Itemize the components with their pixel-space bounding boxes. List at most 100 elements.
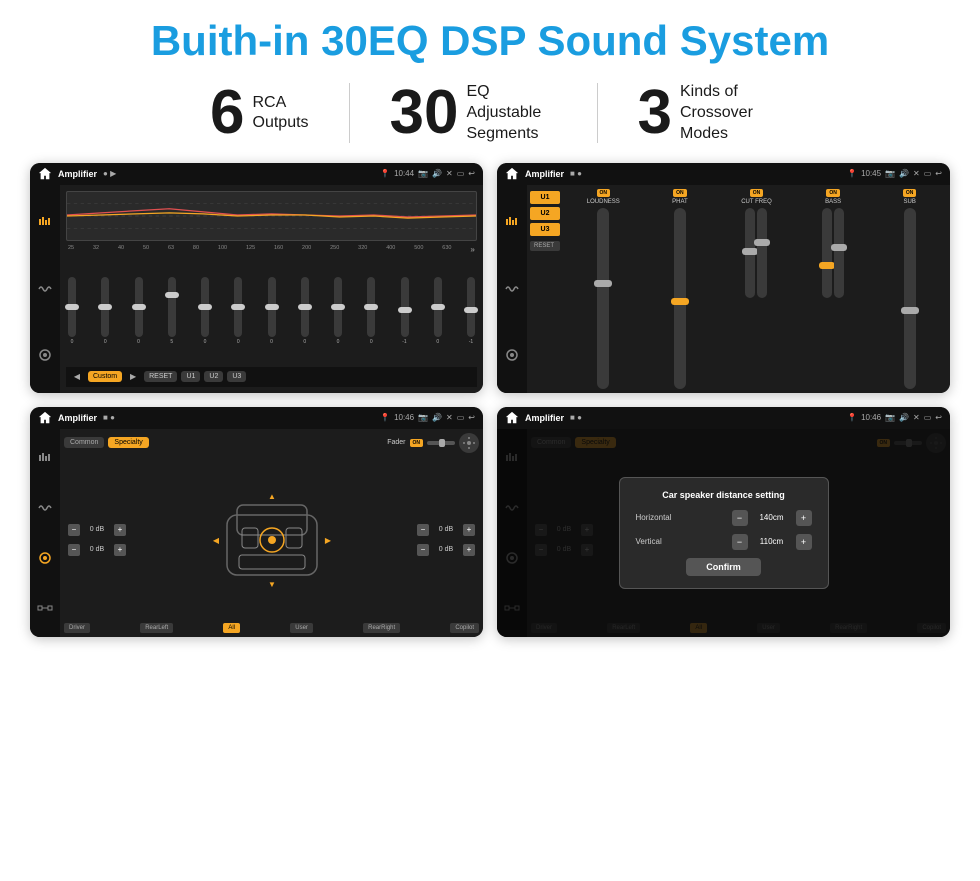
custom-btn[interactable]: Custom: [88, 371, 122, 382]
vertical-minus[interactable]: −: [732, 534, 748, 550]
home-icon-2[interactable]: [505, 167, 519, 181]
slider-10[interactable]: 0: [367, 277, 375, 345]
minimize-icon-2[interactable]: ▭: [924, 169, 932, 178]
back-icon-4[interactable]: ↩: [935, 413, 942, 422]
db-plus-lt[interactable]: +: [114, 524, 126, 536]
screen3-body: Common Specialty Fader ON −: [30, 429, 483, 637]
slider-2[interactable]: 0: [101, 277, 109, 345]
slider-4[interactable]: 5: [168, 277, 176, 345]
eq-icon-2[interactable]: [502, 212, 522, 232]
fader-label: Fader: [387, 439, 405, 446]
close-icon-2[interactable]: ✕: [913, 169, 920, 178]
back-icon-2[interactable]: ↩: [935, 169, 942, 178]
driver-btn[interactable]: Driver: [64, 623, 90, 633]
u2-btn[interactable]: U2: [204, 371, 223, 382]
fader-on: ON: [410, 439, 424, 447]
minimize-icon-3[interactable]: ▭: [457, 413, 465, 422]
preset-u2[interactable]: U2: [530, 207, 560, 220]
slider-6[interactable]: 0: [234, 277, 242, 345]
next-btn[interactable]: ▶: [126, 370, 140, 384]
expand-icon[interactable]: »: [470, 245, 474, 254]
screen1-body: 25 32 40 50 63 80 100 125 160 200 250 32…: [30, 185, 483, 393]
eq-icon-3[interactable]: [35, 448, 55, 468]
loudness-slider[interactable]: [597, 208, 609, 389]
wave-sidebar-icon[interactable]: [35, 279, 55, 299]
tab-specialty[interactable]: Specialty: [108, 437, 148, 448]
surround-icon-3[interactable]: [35, 598, 55, 618]
db-plus-rt[interactable]: +: [463, 524, 475, 536]
db-row-right-top: − 0 dB +: [417, 524, 475, 536]
vertical-plus[interactable]: +: [796, 534, 812, 550]
phat-slider[interactable]: [674, 208, 686, 389]
home-icon-1[interactable]: [38, 167, 52, 181]
u1-btn[interactable]: U1: [181, 371, 200, 382]
left-db-controls: − 0 dB + − 0 dB +: [64, 457, 130, 623]
slider-11[interactable]: -1: [401, 277, 409, 345]
settings-btn[interactable]: [459, 433, 479, 453]
db-plus-lb[interactable]: +: [114, 544, 126, 556]
horizontal-plus[interactable]: +: [796, 510, 812, 526]
copilot-btn[interactable]: Copilot: [450, 623, 479, 633]
status-left-1: Amplifier ● ▶: [38, 167, 116, 181]
bass-slider-g[interactable]: [834, 208, 844, 298]
confirm-button[interactable]: Confirm: [686, 558, 761, 576]
wave-icon-3[interactable]: [35, 498, 55, 518]
amp-reset[interactable]: RESET: [530, 241, 560, 251]
bass-slider-f[interactable]: [822, 208, 832, 298]
slider-12[interactable]: 0: [434, 277, 442, 345]
stat-rca: 6 RCA Outputs: [170, 82, 349, 144]
cutfreq-slider-f[interactable]: [745, 208, 755, 298]
status-right-1: 📍 10:44 📷 🔊 ✕ ▭ ↩: [380, 169, 475, 178]
home-icon-4[interactable]: [505, 411, 519, 425]
slider-7[interactable]: 0: [268, 277, 276, 345]
back-icon-1[interactable]: ↩: [468, 169, 475, 178]
close-icon-4[interactable]: ✕: [913, 413, 920, 422]
db-val-lt: 0 dB: [83, 526, 111, 533]
slider-9[interactable]: 0: [334, 277, 342, 345]
slider-8[interactable]: 0: [301, 277, 309, 345]
horizontal-minus[interactable]: −: [732, 510, 748, 526]
slider-5[interactable]: 0: [201, 277, 209, 345]
prev-btn[interactable]: ◀: [70, 370, 84, 384]
db-minus-lb[interactable]: −: [68, 544, 80, 556]
camera-icon-3: 📷: [418, 413, 428, 422]
minimize-icon-1[interactable]: ▭: [457, 169, 465, 178]
minimize-icon-4[interactable]: ▭: [924, 413, 932, 422]
speaker-icon-3[interactable]: [35, 548, 55, 568]
wave-icon-2[interactable]: [502, 279, 522, 299]
preset-u1[interactable]: U1: [530, 191, 560, 204]
home-icon-3[interactable]: [38, 411, 52, 425]
svg-text:▼: ▼: [268, 580, 276, 589]
close-icon-3[interactable]: ✕: [446, 413, 453, 422]
rearleft-btn[interactable]: RearLeft: [140, 623, 173, 633]
tab-common[interactable]: Common: [64, 437, 104, 448]
eq-sidebar-icon[interactable]: [35, 212, 55, 232]
rearright-btn[interactable]: RearRight: [363, 623, 400, 633]
module-name-phat: PHAT: [672, 199, 688, 205]
fader-slider[interactable]: [427, 437, 455, 449]
cutfreq-slider-g[interactable]: [757, 208, 767, 298]
vertical-stepper: − 110cm +: [732, 534, 812, 550]
user-btn[interactable]: User: [290, 623, 313, 633]
freq-80: 80: [193, 245, 199, 254]
db-minus-rb[interactable]: −: [417, 544, 429, 556]
preset-u3[interactable]: U3: [530, 223, 560, 236]
close-icon-1[interactable]: ✕: [446, 169, 453, 178]
freq-labels: 25 32 40 50 63 80 100 125 160 200 250 32…: [66, 245, 477, 254]
all-btn[interactable]: All: [223, 623, 240, 633]
u3-btn[interactable]: U3: [227, 371, 246, 382]
db-minus-rt[interactable]: −: [417, 524, 429, 536]
slider-13[interactable]: -1: [467, 277, 475, 345]
speaker-sidebar-icon[interactable]: [35, 345, 55, 365]
db-minus-lt[interactable]: −: [68, 524, 80, 536]
db-plus-rb[interactable]: +: [463, 544, 475, 556]
sub-slider[interactable]: [904, 208, 916, 389]
reset-btn[interactable]: RESET: [144, 371, 177, 382]
speaker-icon-2[interactable]: [502, 345, 522, 365]
slider-3[interactable]: 0: [135, 277, 143, 345]
freq-320: 320: [358, 245, 367, 254]
on-badge-phat: ON: [673, 189, 687, 197]
back-icon-3[interactable]: ↩: [468, 413, 475, 422]
slider-1[interactable]: 0: [68, 277, 76, 345]
volume-icon-3: 🔊: [432, 413, 442, 422]
